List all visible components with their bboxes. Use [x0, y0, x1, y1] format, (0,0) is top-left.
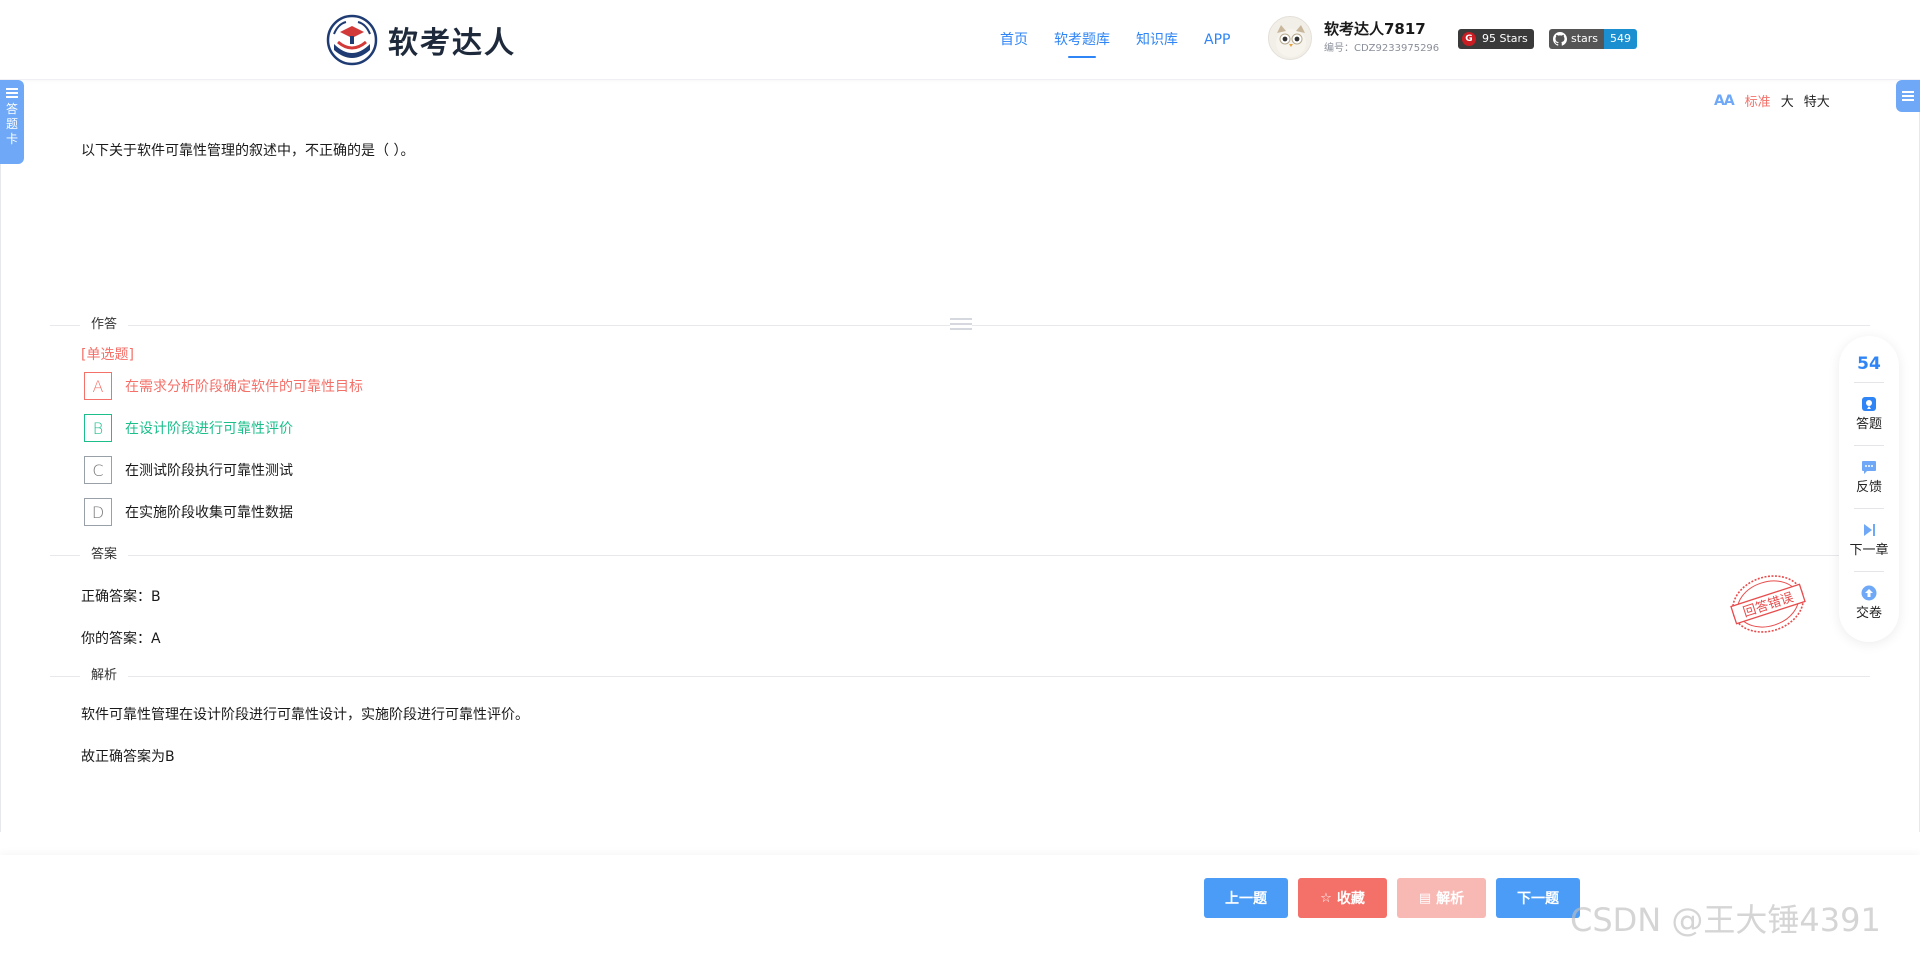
avatar[interactable]: [1268, 16, 1312, 60]
owl-avatar-icon: [1276, 25, 1306, 57]
nav-item-knowledge-base[interactable]: 知识库: [1136, 28, 1178, 52]
option-letter: A: [84, 372, 112, 400]
skip-next-icon: [1864, 523, 1875, 536]
side-toolbar: 54 答题 反馈 下一章 交卷: [1839, 336, 1899, 642]
drag-handle-icon[interactable]: [950, 316, 972, 332]
star-icon: ☆: [1320, 890, 1332, 906]
brand-logo-icon: [326, 14, 378, 66]
option-letter: D: [84, 498, 112, 526]
submit-paper-label: 交卷: [1855, 605, 1882, 621]
gitee-stars-text: 95 Stars: [1482, 32, 1528, 45]
github-icon: [1553, 32, 1567, 46]
correct-answer: 正确答案：B: [81, 589, 161, 605]
answer-sheet-button[interactable]: 答题: [1839, 383, 1899, 445]
wrong-answer-stamp: 回答错误: [1730, 575, 1806, 633]
gitee-icon: G: [1462, 32, 1476, 46]
next-question-button[interactable]: 下一题: [1496, 878, 1580, 918]
menu-icon: [6, 88, 18, 98]
section-label-answer: 答案: [80, 546, 129, 564]
font-size-xlarge[interactable]: 特大: [1804, 91, 1830, 110]
question-text: 以下关于软件可靠性管理的叙述中，不正确的是（ ）。: [81, 143, 415, 159]
section-divider-analysis: 解析: [50, 667, 1870, 685]
document-icon: ▤: [1418, 890, 1432, 906]
brand[interactable]: 软考达人: [326, 14, 516, 66]
next-chapter-label: 下一章: [1849, 542, 1889, 558]
option-d[interactable]: D 在实施阶段收集可靠性数据: [84, 498, 293, 526]
feedback-icon: [1862, 460, 1876, 474]
analysis-line-2: 故正确答案为B: [81, 749, 175, 765]
github-stars-label: stars: [1571, 32, 1599, 45]
answer-card-tab[interactable]: 答题卡: [0, 80, 24, 164]
favorite-label: 收藏: [1336, 891, 1365, 907]
user-id: 编号：CDZ9233975296: [1324, 43, 1440, 54]
option-b[interactable]: B 在设计阶段进行可靠性评价: [84, 414, 293, 442]
option-letter: B: [84, 414, 112, 442]
next-question-label: 下一题: [1517, 891, 1559, 907]
feedback-label: 反馈: [1855, 479, 1882, 495]
user-profile[interactable]: 软考达人7817 编号：CDZ9233975296: [1268, 16, 1439, 60]
prev-question-label: 上一题: [1225, 891, 1267, 907]
analysis-label: 解析: [1436, 891, 1465, 907]
option-text: 在测试阶段执行可靠性测试: [125, 463, 293, 479]
right-menu-tab[interactable]: [1896, 80, 1920, 112]
github-stars-badge[interactable]: stars 549: [1549, 29, 1638, 49]
option-a[interactable]: A 在需求分析阶段确定软件的可靠性目标: [84, 372, 363, 400]
nav-item-home[interactable]: 首页: [1000, 28, 1028, 52]
option-c[interactable]: C 在测试阶段执行可靠性测试: [84, 456, 293, 484]
watermark: CSDN @王大锤4391: [1570, 901, 1881, 939]
top-header: 软考达人 首页 软考题库 知识库 APP 软考达人7817 编号：CDZ9233…: [0, 0, 1920, 80]
option-text: 在设计阶段进行可靠性评价: [125, 421, 293, 437]
main-nav: 首页 软考题库 知识库 APP: [1000, 28, 1256, 58]
option-text: 在实施阶段收集可靠性数据: [125, 505, 293, 521]
gitee-stars-badge[interactable]: G 95 Stars: [1458, 29, 1534, 49]
favorite-button[interactable]: ☆ 收藏: [1298, 878, 1387, 918]
section-label-answer-area: 作答: [80, 316, 129, 334]
user-name: 软考达人7817: [1324, 20, 1426, 38]
section-label-analysis: 解析: [80, 667, 129, 685]
analysis-button[interactable]: ▤ 解析: [1397, 878, 1486, 918]
nav-item-question-bank[interactable]: 软考题库: [1054, 28, 1110, 58]
question-count: 54: [1857, 354, 1881, 374]
github-stars-count: 549: [1604, 29, 1638, 49]
font-size-icon: AA: [1714, 92, 1735, 109]
font-size-standard[interactable]: 标准: [1745, 91, 1771, 110]
content-border-left: [0, 164, 1, 832]
font-size-large[interactable]: 大: [1781, 91, 1794, 110]
submit-paper-button[interactable]: 交卷: [1839, 572, 1899, 634]
feedback-button[interactable]: 反馈: [1839, 446, 1899, 508]
section-divider-answer: 答案: [50, 546, 1870, 564]
prev-question-button[interactable]: 上一题: [1204, 878, 1288, 918]
next-chapter-button[interactable]: 下一章: [1839, 509, 1899, 571]
answer-card-label: 答题卡: [5, 102, 18, 146]
nav-item-app[interactable]: APP: [1204, 28, 1230, 52]
analysis-line-1: 软件可靠性管理在设计阶段进行可靠性设计，实施阶段进行可靠性评价。: [81, 707, 529, 723]
question-type: [单选题]: [81, 347, 134, 363]
brand-name: 软考达人: [388, 26, 516, 61]
answer-label: 答题: [1855, 416, 1882, 432]
option-letter: C: [84, 456, 112, 484]
your-answer: 你的答案：A: [81, 631, 161, 647]
font-size-toggle: AA 标准 大 特大: [1714, 91, 1840, 111]
option-text: 在需求分析阶段确定软件的可靠性目标: [125, 379, 363, 395]
upload-icon: [1861, 585, 1877, 600]
menu-icon: [1902, 91, 1914, 101]
answer-icon: [1862, 396, 1876, 411]
